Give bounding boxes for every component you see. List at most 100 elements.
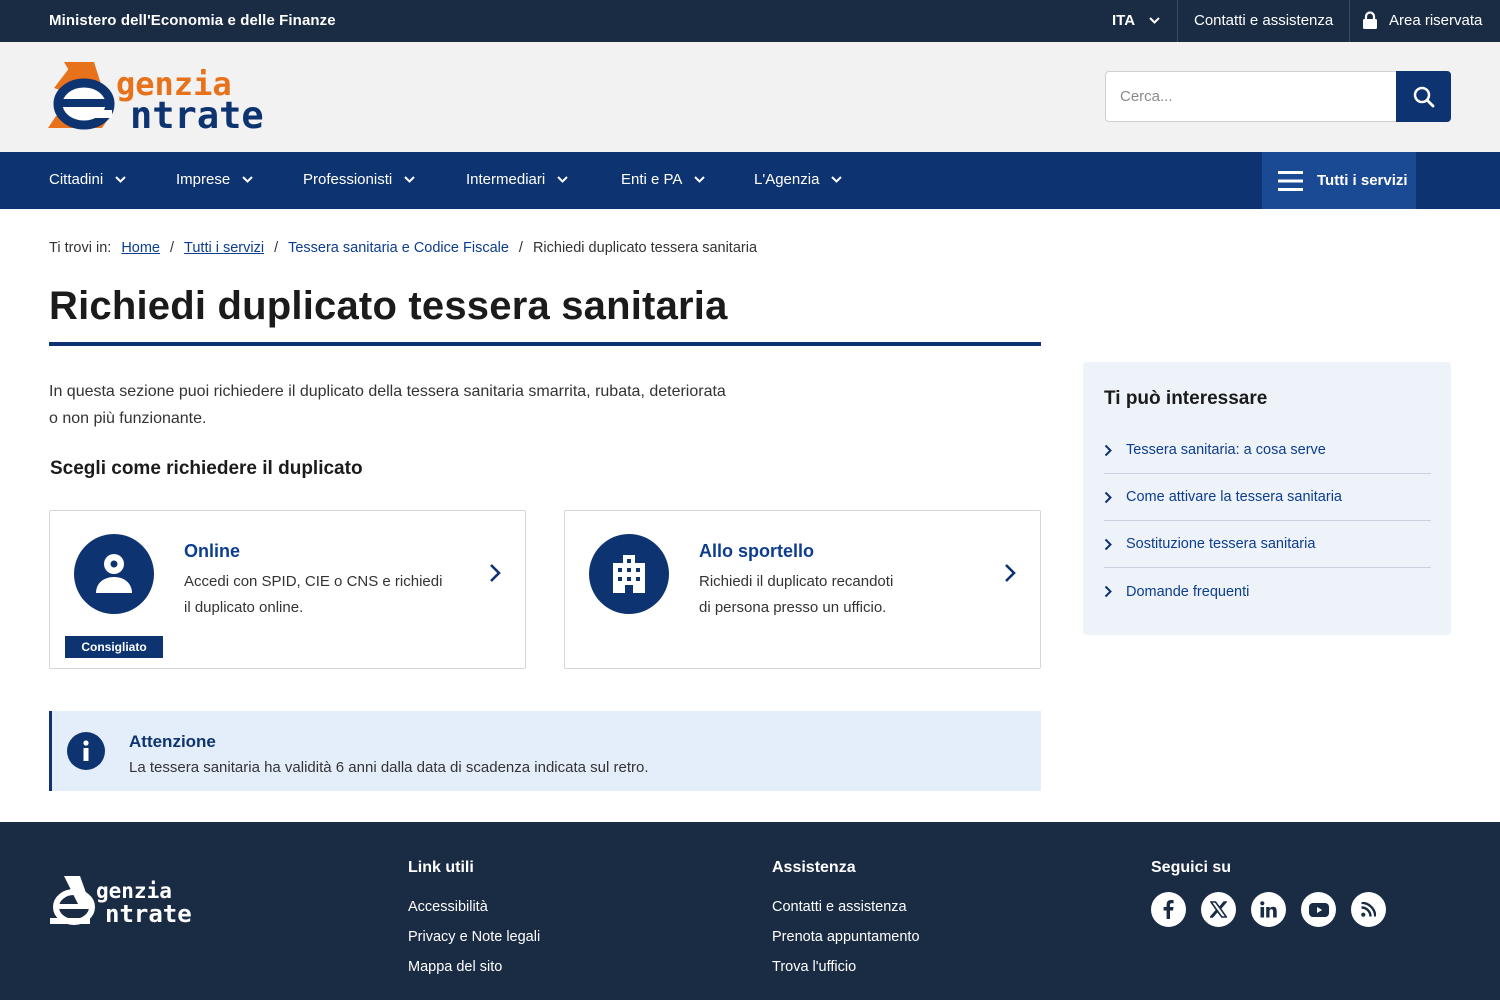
footer-logo-text-bottom: ntrate bbox=[105, 900, 192, 926]
language-selector[interactable]: ITA bbox=[1112, 12, 1160, 29]
rss-icon[interactable] bbox=[1351, 892, 1386, 927]
reserved-area-label: Area riservata bbox=[1389, 12, 1483, 29]
footer-column-title: Seguici su bbox=[1151, 859, 1232, 876]
card-title: Online bbox=[184, 541, 241, 561]
linkedin-icon[interactable] bbox=[1251, 892, 1286, 927]
nav-item-professionisti[interactable]: Professionisti bbox=[303, 171, 415, 188]
card-title: Allo sportello bbox=[699, 541, 815, 561]
chevron-right-icon bbox=[1104, 585, 1112, 598]
recommended-badge: Consigliato bbox=[65, 636, 163, 658]
agenzia-entrate-logo[interactable]: genzia ntrate bbox=[48, 58, 278, 137]
related-link[interactable]: Come attivare la tessera sanitaria bbox=[1104, 474, 1431, 521]
footer-link-sitemap[interactable]: Mappa del sito bbox=[408, 952, 540, 982]
all-services-button[interactable]: Tutti i servizi bbox=[1262, 152, 1416, 209]
breadcrumb-separator: / bbox=[518, 240, 523, 256]
footer-column-title: Assistenza bbox=[772, 859, 856, 876]
chevron-right-icon bbox=[1104, 538, 1112, 550]
x-icon[interactable] bbox=[1201, 892, 1236, 927]
footer-link-privacy[interactable]: Privacy e Note legali bbox=[408, 922, 540, 952]
chevron-down-icon bbox=[694, 176, 706, 183]
footer-column-title: Link utili bbox=[408, 859, 474, 876]
top-bar: Ministero dell'Economia e delle Finanze … bbox=[0, 0, 1500, 42]
facebook-icon[interactable] bbox=[1151, 892, 1186, 927]
alert-title: Attenzione bbox=[129, 732, 216, 751]
topbar-divider bbox=[1349, 0, 1350, 42]
chevron-down-icon bbox=[115, 176, 126, 183]
breadcrumb-current: Richiedi duplicato tessera sanitaria bbox=[532, 240, 758, 256]
reserved-area-link[interactable]: Area riservata bbox=[1362, 11, 1482, 30]
attention-alert: Attenzione La tessera sanitaria ha valid… bbox=[49, 711, 1041, 791]
card-desc-line: il duplicato online. bbox=[184, 598, 304, 616]
nav-item-label: L'Agenzia bbox=[754, 171, 820, 188]
all-services-label: Tutti i servizi bbox=[1317, 172, 1408, 189]
breadcrumb-prefix: Ti trovi in: bbox=[49, 240, 112, 256]
card-description: Richiedi il duplicato recandoti di perso… bbox=[699, 569, 979, 620]
chevron-down-icon bbox=[1149, 17, 1160, 24]
breadcrumb-separator: / bbox=[274, 240, 279, 256]
chevron-right-icon bbox=[1005, 564, 1016, 582]
footer-link-appointment[interactable]: Prenota appuntamento bbox=[772, 922, 920, 952]
related-link[interactable]: Tessera sanitaria: a cosa serve bbox=[1104, 427, 1431, 474]
topbar-divider bbox=[1177, 0, 1178, 42]
search-input[interactable] bbox=[1105, 71, 1396, 122]
card-online[interactable]: Online Accedi con SPID, CIE o CNS e rich… bbox=[49, 510, 526, 669]
social-icons bbox=[1151, 892, 1386, 927]
nav-item-imprese[interactable]: Imprese bbox=[176, 171, 253, 188]
lock-icon bbox=[1363, 11, 1377, 29]
related-link-label: Come attivare la tessera sanitaria bbox=[1126, 489, 1342, 505]
related-link[interactable]: Sostituzione tessera sanitaria bbox=[1104, 521, 1431, 568]
logo-text-bottom: ntrate bbox=[130, 94, 264, 132]
chevron-right-icon bbox=[1104, 491, 1112, 503]
chevron-down-icon bbox=[831, 176, 843, 183]
card-desc-line: Accedi con SPID, CIE o CNS e richiedi bbox=[184, 573, 443, 590]
nav-item-agenzia[interactable]: L'Agenzia bbox=[754, 171, 843, 188]
related-links-list: Tessera sanitaria: a cosa serve Come att… bbox=[1104, 427, 1431, 615]
nav-item-cittadini[interactable]: Cittadini bbox=[49, 171, 126, 188]
footer-useful-links: Link utili Accessibilità Privacy e Note … bbox=[408, 859, 540, 982]
search-button[interactable] bbox=[1396, 71, 1451, 122]
info-icon bbox=[67, 732, 105, 770]
user-icon bbox=[74, 534, 154, 614]
language-label: ITA bbox=[1112, 12, 1136, 29]
chevron-right-icon bbox=[1104, 444, 1112, 456]
card-description: Accedi con SPID, CIE o CNS e richiedi il… bbox=[184, 569, 464, 620]
nav-item-intermediari[interactable]: Intermediari bbox=[466, 171, 568, 188]
breadcrumb-all-services[interactable]: Tutti i servizi bbox=[184, 240, 264, 256]
footer-social: Seguici su bbox=[1151, 859, 1386, 927]
section-subtitle: Scegli come richiedere il duplicato bbox=[50, 458, 363, 479]
footer-link-find-office[interactable]: Trova l'ufficio bbox=[772, 952, 920, 982]
building-icon bbox=[589, 534, 669, 614]
breadcrumb-home[interactable]: Home bbox=[121, 240, 160, 256]
chevron-down-icon bbox=[242, 176, 253, 183]
title-underline bbox=[49, 342, 1041, 346]
related-links-title: Ti può interessare bbox=[1104, 388, 1268, 409]
nav-item-label: Intermediari bbox=[466, 171, 546, 188]
intro-line: o non più funzionante. bbox=[49, 410, 207, 427]
page-title: Richiedi duplicato tessera sanitaria bbox=[49, 284, 728, 328]
breadcrumb: Ti trovi in: Home / Tutti i servizi / Te… bbox=[49, 240, 757, 256]
nav-item-label: Professionisti bbox=[303, 171, 393, 188]
chevron-down-icon bbox=[557, 176, 568, 183]
search-icon bbox=[1413, 86, 1434, 107]
chevron-right-icon bbox=[490, 564, 501, 582]
breadcrumb-tessera-codice[interactable]: Tessera sanitaria e Codice Fiscale bbox=[288, 240, 509, 256]
footer: genzia ntrate Link utili Accessibilità P… bbox=[0, 822, 1500, 1000]
intro-text: In questa sezione puoi richiedere il dup… bbox=[49, 378, 749, 432]
related-link[interactable]: Domande frequenti bbox=[1104, 568, 1431, 615]
nav-item-label: Imprese bbox=[176, 171, 231, 188]
footer-link-contacts[interactable]: Contatti e assistenza bbox=[772, 892, 920, 922]
breadcrumb-separator: / bbox=[170, 240, 175, 256]
menu-icon bbox=[1278, 170, 1303, 191]
search-form bbox=[1105, 71, 1451, 122]
contact-link[interactable]: Contatti e assistenza bbox=[1194, 12, 1333, 29]
footer-link-accessibility[interactable]: Accessibilità bbox=[408, 892, 540, 922]
header: genzia ntrate bbox=[0, 42, 1500, 152]
ministry-link[interactable]: Ministero dell'Economia e delle Finanze bbox=[49, 12, 336, 29]
footer-logo[interactable]: genzia ntrate bbox=[50, 874, 210, 928]
chevron-down-icon bbox=[404, 176, 415, 183]
card-sportello[interactable]: Allo sportello Richiedi il duplicato rec… bbox=[564, 510, 1041, 669]
nav-item-enti-pa[interactable]: Enti e PA bbox=[621, 171, 706, 188]
alert-text: La tessera sanitaria ha validità 6 anni … bbox=[129, 759, 649, 776]
main-nav: Cittadini Imprese Professionisti Interme… bbox=[0, 152, 1500, 209]
youtube-icon[interactable] bbox=[1301, 892, 1336, 927]
